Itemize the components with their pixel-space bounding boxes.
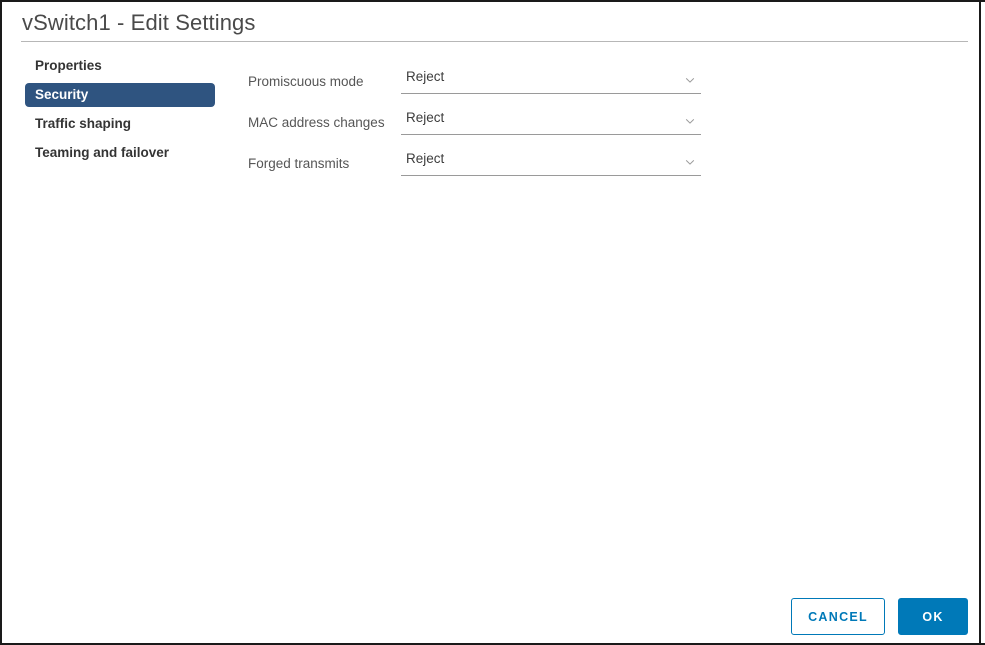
dialog-footer: CANCEL OK xyxy=(791,598,968,635)
sidebar-item-label: Security xyxy=(35,87,89,102)
chevron-down-icon xyxy=(684,156,696,168)
sidebar-item-label: Properties xyxy=(35,58,102,73)
mac-address-changes-label: MAC address changes xyxy=(248,115,385,130)
sidebar-item-security[interactable]: Security xyxy=(25,83,215,107)
forged-transmits-label: Forged transmits xyxy=(248,156,350,171)
forged-transmits-select[interactable]: Reject xyxy=(401,148,701,176)
mac-address-changes-value: Reject xyxy=(406,110,445,125)
sidebar-item-properties[interactable]: Properties xyxy=(25,54,215,78)
promiscuous-mode-select[interactable]: Reject xyxy=(401,66,701,94)
chevron-down-icon xyxy=(684,115,696,127)
ok-button[interactable]: OK xyxy=(898,598,968,635)
forged-transmits-value: Reject xyxy=(406,151,445,166)
title-divider xyxy=(21,41,968,42)
sidebar-item-teaming-and-failover[interactable]: Teaming and failover xyxy=(25,141,215,165)
chevron-down-icon xyxy=(684,74,696,86)
security-settings-form: Promiscuous mode Reject MAC address chan… xyxy=(248,66,708,189)
sidebar-item-label: Traffic shaping xyxy=(35,116,132,131)
form-row-forged-transmits: Forged transmits Reject xyxy=(248,148,708,189)
mac-address-changes-select[interactable]: Reject xyxy=(401,107,701,135)
sidebar-item-traffic-shaping[interactable]: Traffic shaping xyxy=(25,112,215,136)
settings-sidebar-nav: Properties Security Traffic shaping Team… xyxy=(25,54,215,170)
promiscuous-mode-label: Promiscuous mode xyxy=(248,74,364,89)
page-title: vSwitch1 - Edit Settings xyxy=(22,10,256,35)
promiscuous-mode-value: Reject xyxy=(406,69,445,84)
form-row-promiscuous-mode: Promiscuous mode Reject xyxy=(248,66,708,107)
edit-settings-dialog: vSwitch1 - Edit Settings Properties Secu… xyxy=(0,0,985,645)
sidebar-item-label: Teaming and failover xyxy=(35,145,170,160)
form-row-mac-address-changes: MAC address changes Reject xyxy=(248,107,708,148)
window-right-edge xyxy=(979,2,981,643)
cancel-button[interactable]: CANCEL xyxy=(791,598,885,635)
